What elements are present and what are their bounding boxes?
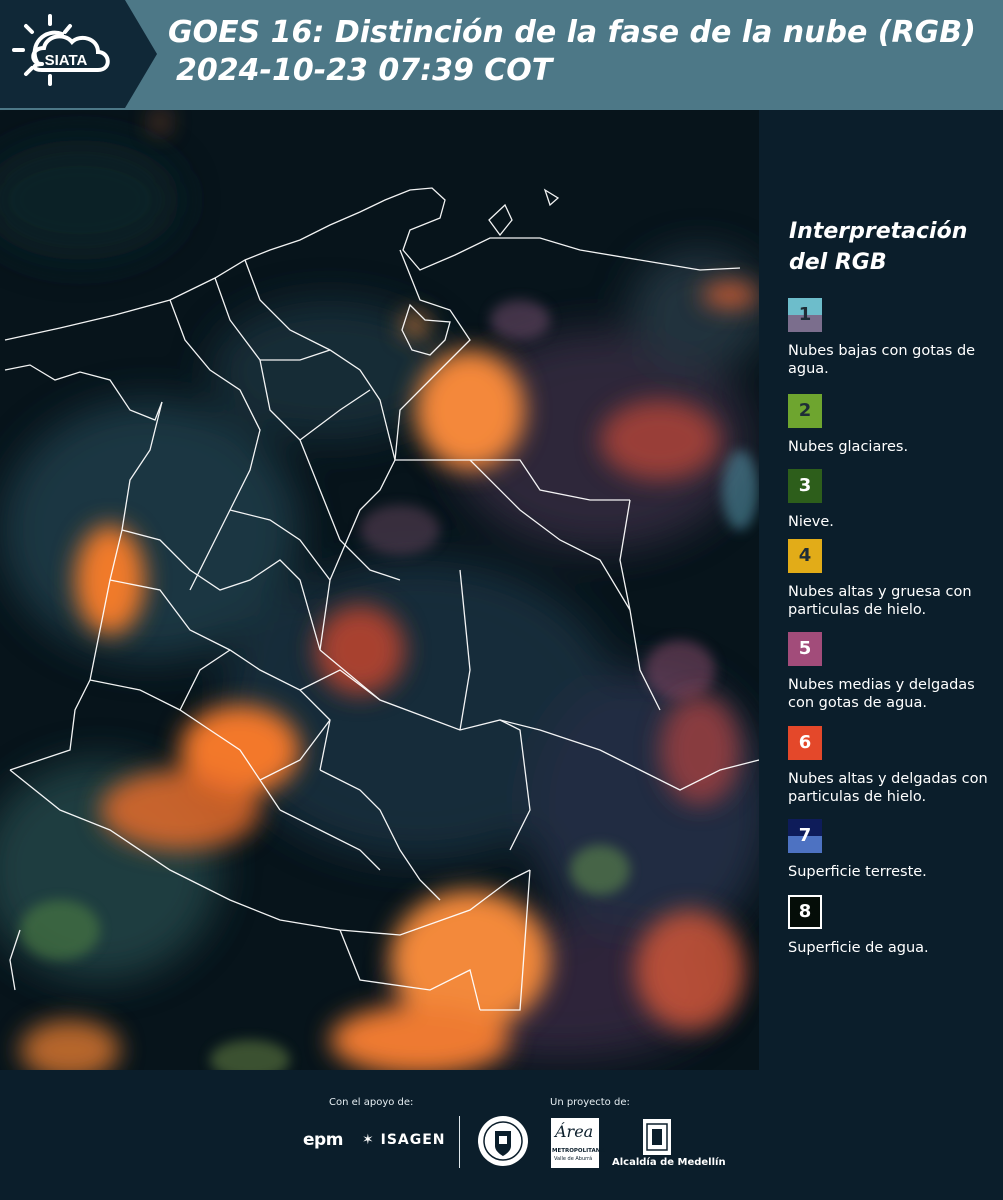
legend-label-5: Nubes medias y delgadas con gotas de agu… <box>788 677 975 711</box>
siata-logo: SIATA <box>0 0 125 108</box>
legend-label-8: Superficie de agua. <box>788 940 929 956</box>
legend-swatch-6: 6 <box>788 726 822 760</box>
legend-panel: Interpretación del RGB 1 Nubes bajas con… <box>760 110 1003 1070</box>
legend-swatch-3: 3 <box>788 469 822 503</box>
legend-swatch-4: 4 <box>788 539 822 573</box>
legend-label-2: Nubes glaciares. <box>788 439 909 455</box>
legend-swatch-7: 7 <box>788 819 822 853</box>
logo-chevron-shape <box>125 0 157 108</box>
legend-label-1: Nubes bajas con gotas de agua. <box>788 343 976 377</box>
legend-label-7: Superficie terreste. <box>788 864 927 880</box>
area-logo-text: METROPOLITANA <box>552 1148 605 1154</box>
legend-number-1: 1 <box>798 304 812 325</box>
legend-label-3: Nieve. <box>788 514 834 530</box>
area-metropolitana-logo: Área METROPOLITANA Valle de Aburrá <box>551 1118 605 1168</box>
legend-swatch-2: 2 <box>788 394 822 428</box>
legend-item-3: 3 Nieve. <box>788 469 1000 531</box>
support-label: Con el apoyo de: <box>329 1097 414 1108</box>
legend-number-4: 4 <box>798 545 812 566</box>
footer: Con el apoyo de: Un proyecto de: epm ✶ I… <box>0 1070 1003 1200</box>
legend-number-8: 8 <box>798 901 812 922</box>
legend-item-4: 4 Nubes altas y gruesa con particulas de… <box>788 539 1000 619</box>
isagen-star-icon: ✶ <box>362 1132 375 1148</box>
project-label: Un proyecto de: <box>550 1097 630 1108</box>
legend-label-4: Nubes altas y gruesa con particulas de h… <box>788 584 972 618</box>
area-logo-mark: Área <box>555 1122 594 1141</box>
medellin-seal-icon <box>478 1116 528 1166</box>
legend-item-8: 8 Superficie de agua. <box>788 895 1000 957</box>
isagen-logo: ✶ ISAGEN <box>362 1132 446 1148</box>
sun-cloud-icon: SIATA <box>12 14 110 86</box>
alcaldia-label: Alcaldía de Medellín <box>612 1157 726 1168</box>
legend-item-1: 1 Nubes bajas con gotas de agua. <box>788 298 1000 378</box>
legend-number-5: 5 <box>798 638 812 659</box>
legend-item-2: 2 Nubes glaciares. <box>788 394 1000 456</box>
page-title: GOES 16: Distinción de la fase de la nub… <box>168 14 976 90</box>
legend-number-7: 7 <box>798 825 812 846</box>
legend-title: Interpretación del RGB <box>789 219 968 275</box>
isagen-text: ISAGEN <box>380 1132 446 1148</box>
legend-swatch-5: 5 <box>788 632 822 666</box>
alcaldia-crest-icon <box>643 1119 671 1155</box>
title-product: GOES 16: Distinción de la fase de la nub… <box>168 15 976 50</box>
legend-swatch-1: 1 <box>788 298 822 332</box>
legend-swatch-8: 8 <box>788 895 822 929</box>
legend-label-6: Nubes altas y delgadas con particulas de… <box>788 771 988 805</box>
legend-number-6: 6 <box>798 732 812 753</box>
satellite-rgb-map <box>0 110 759 1070</box>
header-bar: SIATA GOES 16: Distinción de la fase de … <box>0 0 1003 110</box>
legend-number-3: 3 <box>798 475 812 496</box>
legend-item-6: 6 Nubes altas y delgadas con particulas … <box>788 726 1000 806</box>
satellite-image <box>0 110 759 1070</box>
legend-item-5: 5 Nubes medias y delgadas con gotas de a… <box>788 632 1000 712</box>
area-logo-subtext: Valle de Aburrá <box>554 1156 593 1162</box>
svg-text:SIATA: SIATA <box>45 52 88 69</box>
title-timestamp: 2024-10-23 07:39 COT <box>176 53 553 88</box>
legend-number-2: 2 <box>798 400 812 421</box>
footer-divider <box>459 1116 460 1168</box>
legend-item-7: 7 Superficie terreste. <box>788 819 1000 881</box>
epm-logo: epm <box>303 1130 343 1150</box>
